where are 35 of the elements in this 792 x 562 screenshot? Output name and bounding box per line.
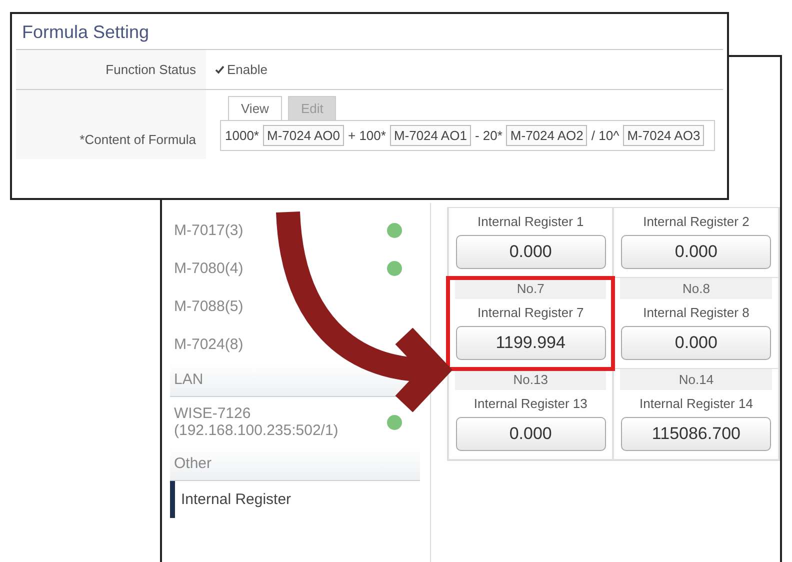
checkbox-label: Enable [227,62,268,77]
value-button[interactable]: 0.000 [456,235,606,269]
register-label: Internal Register 7 [478,305,584,320]
register-label: Internal Register 13 [474,396,588,411]
device-item[interactable]: M-7017(3) [174,222,244,238]
variable-token: M-7024 AO3 [623,125,704,146]
tab[interactable]: View [228,96,282,120]
value-button[interactable]: 1199.994 [456,326,606,360]
device-item[interactable]: WISE-7126 (192.168.100.235:502/1) [174,405,338,439]
value-button[interactable]: 0.000 [456,417,606,451]
value-button[interactable]: 0.000 [621,326,772,360]
register-label: Internal Register 8 [643,305,750,320]
formula-text: / 10^ [591,128,620,143]
enable-checkbox[interactable] [214,64,225,75]
formula-text: + 100* [348,128,386,143]
register-number: No.7 [454,278,606,299]
device-item[interactable]: M-7088(5) [174,298,244,314]
formula-text: 1000* [225,128,259,143]
variable-token: M-7024 AO2 [506,125,588,146]
register-label: Internal Register 14 [639,396,753,411]
variable-token: M-7024 AO0 [262,125,344,146]
device-item[interactable]: M-7024(8) [174,336,244,352]
register-number: No.13 [454,369,606,390]
formula-text: - 20* [474,128,502,143]
sidebar-item[interactable]: Internal Register [170,481,420,518]
device-item[interactable]: M-7080(4) [174,260,244,276]
field-label: *Content of Formula [16,90,206,159]
register-number: No.14 [620,369,772,390]
field-label: Function Status [16,50,206,89]
value-button[interactable]: 115086.700 [621,417,772,451]
register-label: Internal Register 1 [478,214,584,229]
value-button[interactable]: 0.000 [621,235,772,269]
variable-token: M-7024 AO1 [390,125,471,146]
register-number: No.8 [620,278,772,299]
register-label: Internal Register 2 [643,214,750,229]
